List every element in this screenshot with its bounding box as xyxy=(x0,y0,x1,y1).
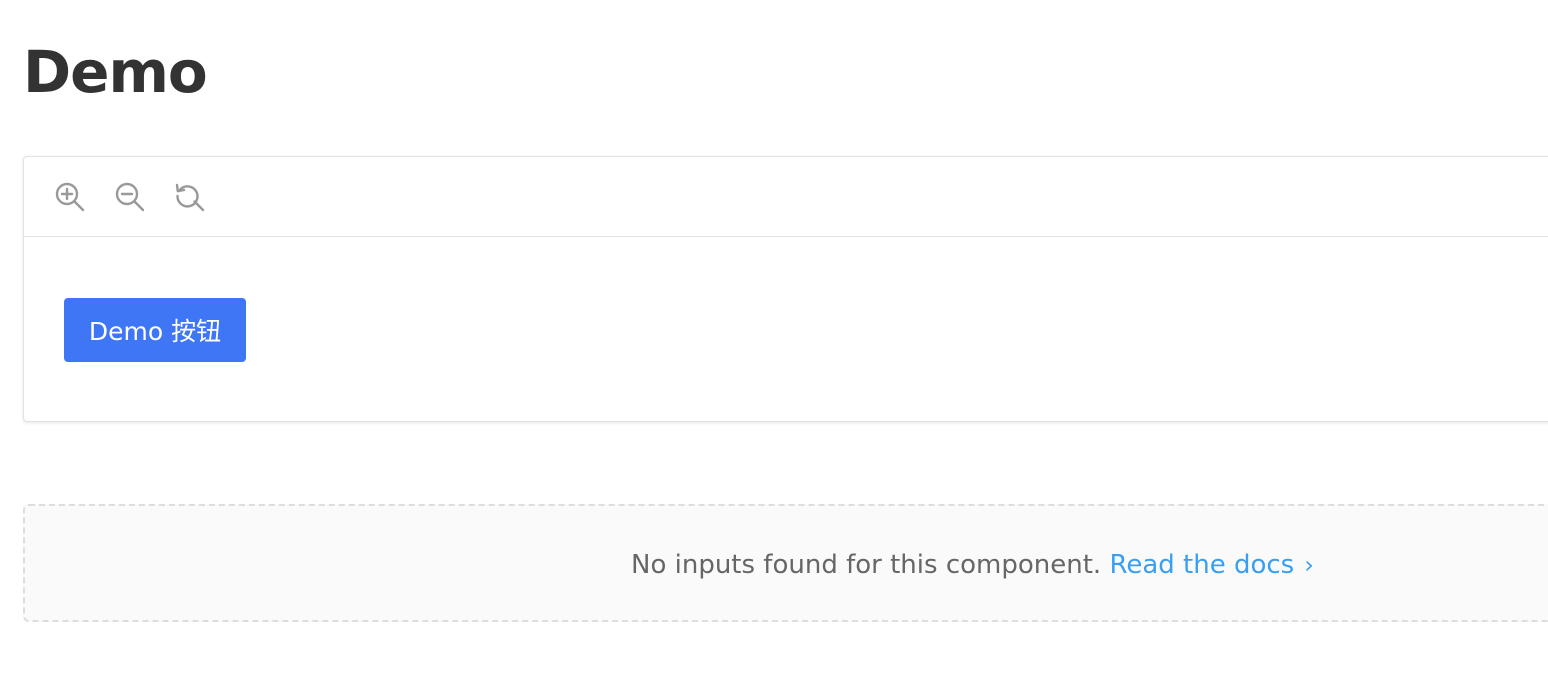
zoom-out-button[interactable] xyxy=(114,181,146,213)
zoom-in-button[interactable] xyxy=(54,181,86,213)
zoom-out-icon xyxy=(115,182,145,211)
preview-panel: Demo 按钮 xyxy=(23,156,1548,422)
no-inputs-text: No inputs found for this component. xyxy=(631,550,1110,580)
no-inputs-message: No inputs found for this component. Read… xyxy=(631,547,1314,583)
reset-zoom-icon xyxy=(175,183,205,211)
inputs-panel: No inputs found for this component. Read… xyxy=(23,504,1548,622)
zoom-toolbar xyxy=(24,157,1548,237)
preview-canvas: Demo 按钮 xyxy=(24,237,1548,422)
read-the-docs-link[interactable]: Read the docs xyxy=(1109,550,1294,580)
reset-zoom-button[interactable] xyxy=(174,181,206,213)
zoom-in-icon xyxy=(55,182,85,211)
demo-button[interactable]: Demo 按钮 xyxy=(64,298,246,362)
chevron-right-icon[interactable]: › xyxy=(1304,547,1314,583)
page-title: Demo xyxy=(23,38,208,106)
